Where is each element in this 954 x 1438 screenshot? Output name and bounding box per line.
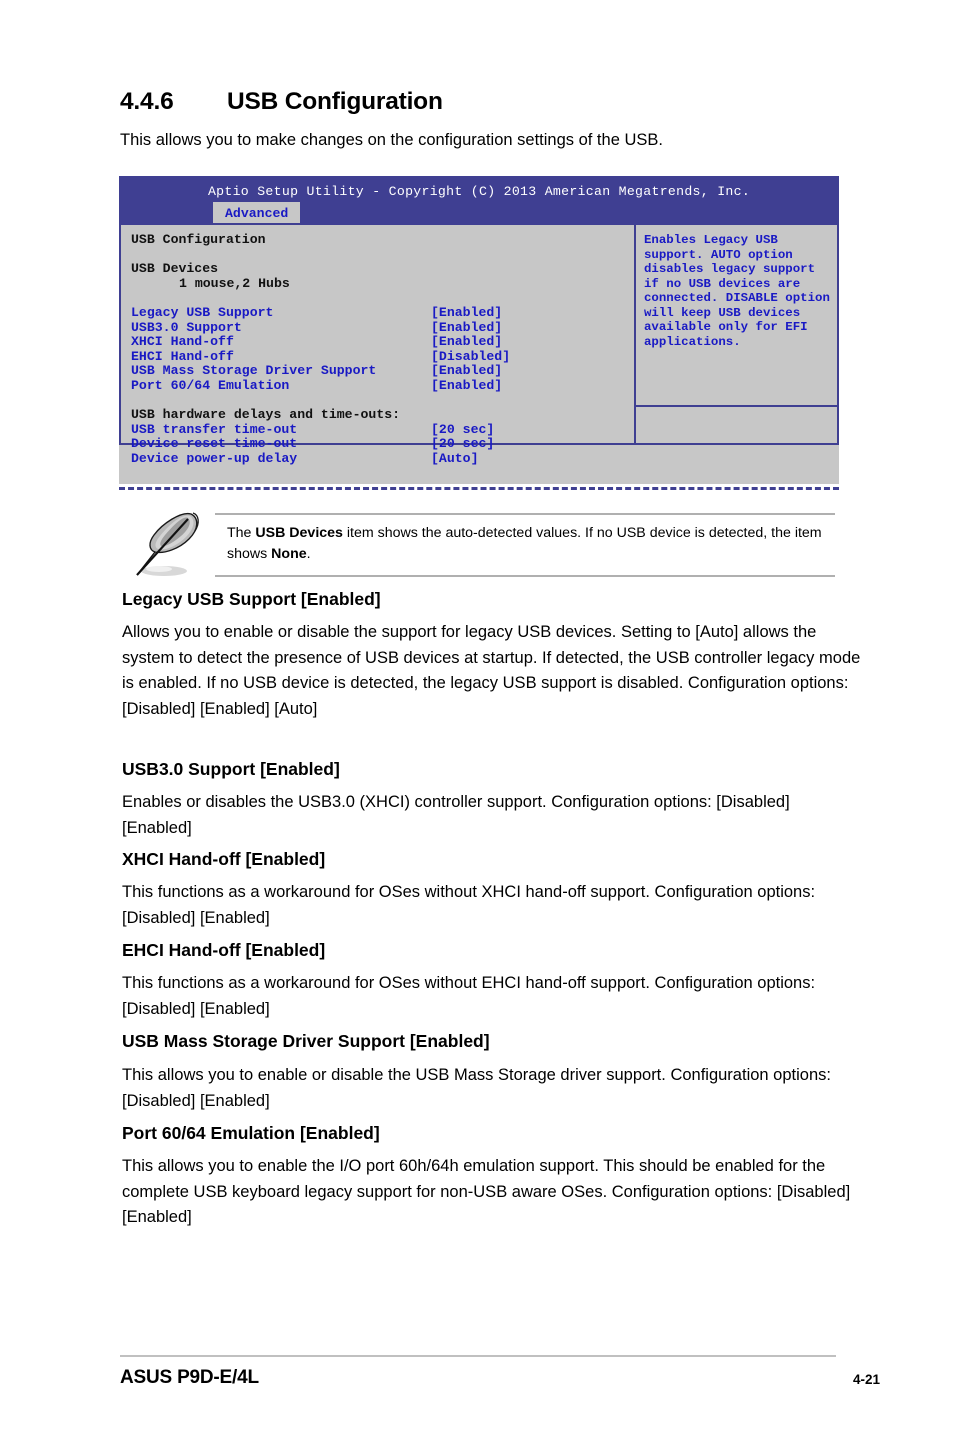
bios-item-label: USB3.0 Support	[131, 319, 242, 335]
bios-copyright-text: Aptio Setup Utility - Copyright (C) 2013…	[207, 184, 751, 199]
subsection-heading-usb-mass-storage-driver-support: USB Mass Storage Driver Support [Enabled…	[122, 1031, 490, 1051]
bios-item-usb-transfer-time-out[interactable]: USB transfer time-out [20 sec]	[131, 421, 634, 438]
note-text-part: The	[227, 525, 256, 541]
tab-advanced[interactable]: Advanced	[213, 202, 301, 223]
manual-page: 4.4.6 USB Configuration This allows you t…	[0, 0, 954, 1438]
bios-screen-title: USB Configuration	[131, 232, 266, 247]
bios-item-value: [Enabled]	[431, 304, 503, 320]
bios-item-usb30-support[interactable]: USB3.0 Support [Enabled]	[131, 319, 634, 336]
bios-item-label: Port 60/64 Emulation	[131, 377, 290, 393]
subsection-heading-xhci-hand-off: XHCI Hand-off [Enabled]	[122, 849, 326, 869]
subsection-heading-legacy-usb-support: Legacy USB Support [Enabled]	[122, 589, 381, 609]
usb-devices-value: 1 mouse,2 Hubs	[179, 275, 290, 291]
footer-divider	[120, 1355, 836, 1357]
bios-item-value: [Enabled]	[431, 319, 503, 335]
bios-item-xhci-hand-off[interactable]: XHCI Hand-off [Enabled]	[131, 334, 634, 350]
subsection-body-ehci-hand-off: This functions as a workaround for OSes …	[122, 974, 816, 1018]
subsection-heading-usb30-support: USB3.0 Support [Enabled]	[122, 759, 340, 779]
bios-item-label: USB Mass Storage Driver Support	[131, 363, 377, 379]
bios-item-label: XHCI Hand-off	[131, 334, 234, 350]
bios-help-text: Enables Legacy USB support. AUTO option …	[636, 225, 837, 407]
bios-item-label: Device reset time-out	[131, 436, 298, 452]
bios-item-legacy-usb-support[interactable]: Legacy USB Support [Enabled]	[131, 304, 634, 321]
bios-item-port-60-64-emulation[interactable]: Port 60/64 Emulation [Enabled]	[131, 377, 634, 394]
section-number: 4.4.6	[120, 88, 174, 115]
bios-item-device-reset-time-out[interactable]: Device reset time-out [20 sec]	[131, 437, 634, 452]
bios-item-value: [Enabled]	[431, 377, 503, 393]
note-bold-usb-devices: USB Devices	[255, 525, 343, 541]
subsection-body-usb-mass-storage-driver-support: This allows you to enable or disable the…	[122, 1066, 831, 1110]
bios-item-label: Legacy USB Support	[131, 304, 274, 320]
bios-settings-pane: USB Configuration USB Devices 1 mouse,2 …	[121, 225, 634, 465]
bios-item-value: [Enabled]	[431, 334, 503, 350]
subsection-body-port-60-64-emulation: This allows you to enable the I/O port 6…	[122, 1157, 851, 1226]
note-callout: The USB Devices item shows the auto-dete…	[131, 505, 841, 577]
subsection-body-legacy-usb-support: Allows you to enable or disable the supp…	[122, 623, 861, 718]
bios-item-label: Device power-up delay	[131, 450, 298, 466]
section-title: USB Configuration	[227, 88, 443, 115]
note-divider-bottom	[215, 575, 835, 577]
subsection-heading-ehci-hand-off: EHCI Hand-off [Enabled]	[122, 940, 326, 960]
bios-item-device-power-up-delay[interactable]: Device power-up delay [Auto]	[131, 450, 634, 467]
bios-help-pane: Enables Legacy USB support. AUTO option …	[634, 225, 837, 443]
footer-product-name: ASUS P9D-E/4L	[120, 1367, 259, 1388]
bios-delays-header: USB hardware delays and time-outs:	[131, 407, 401, 423]
page-title: 4.4.6 USB Configuration	[120, 88, 880, 116]
note-bold-none: None	[271, 546, 307, 562]
bios-screen-cut-edge	[119, 487, 839, 490]
note-text: The USB Devices item shows the auto-dete…	[227, 523, 833, 565]
bios-body: USB Configuration USB Devices 1 mouse,2 …	[119, 223, 839, 466]
subsection-body-xhci-hand-off: This functions as a workaround for OSes …	[122, 883, 816, 927]
note-text-part: .	[306, 546, 311, 562]
usb-devices-label: USB Devices	[131, 261, 219, 277]
note-divider-top	[215, 513, 835, 515]
subsection-heading-port-60-64-emulation: Port 60/64 Emulation [Enabled]	[122, 1123, 380, 1143]
bios-titlebar: Aptio Setup Utility - Copyright (C) 2013…	[119, 176, 839, 223]
bios-item-ehci-hand-off[interactable]: EHCI Hand-off [Disabled]	[131, 348, 634, 365]
bios-item-value: [Auto]	[431, 450, 479, 466]
bios-screen: Aptio Setup Utility - Copyright (C) 2013…	[119, 176, 839, 484]
section-intro: This allows you to make changes on the c…	[120, 131, 663, 149]
subsection-body-usb30-support: Enables or disables the USB3.0 (XHCI) co…	[122, 793, 790, 837]
bios-item-label: USB transfer time-out	[131, 421, 298, 437]
bios-item-label: EHCI Hand-off	[131, 348, 234, 364]
bios-item-value: [Enabled]	[431, 363, 503, 379]
bios-item-value: [Disabled]	[431, 348, 511, 364]
quill-pen-icon	[131, 505, 209, 581]
bios-item-value: [20 sec]	[431, 436, 495, 452]
bios-item-usb-mass-storage-driver-support[interactable]: USB Mass Storage Driver Support [Enabled]	[131, 364, 634, 379]
footer-page-number: 4-21	[852, 1372, 880, 1387]
bios-help-pane-footer	[636, 407, 837, 443]
bios-item-value: [20 sec]	[431, 421, 495, 437]
